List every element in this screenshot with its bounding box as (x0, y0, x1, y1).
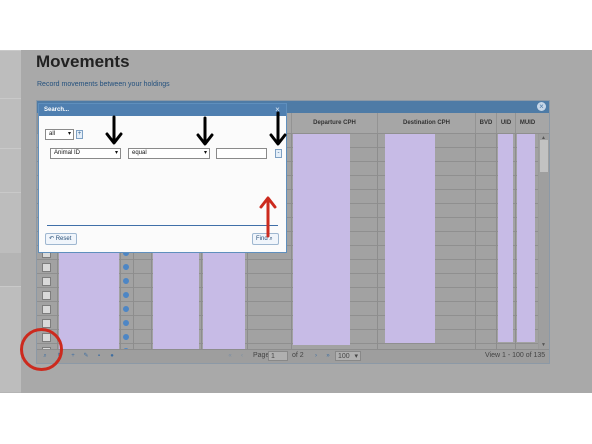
annotation-layer (105, 111, 287, 238)
down-arrow-annotation (196, 116, 214, 146)
down-arrow-annotation (269, 111, 287, 146)
highlight-circle-annotation (20, 328, 63, 371)
down-arrow-annotation (105, 115, 123, 145)
up-arrow-annotation (259, 196, 277, 238)
